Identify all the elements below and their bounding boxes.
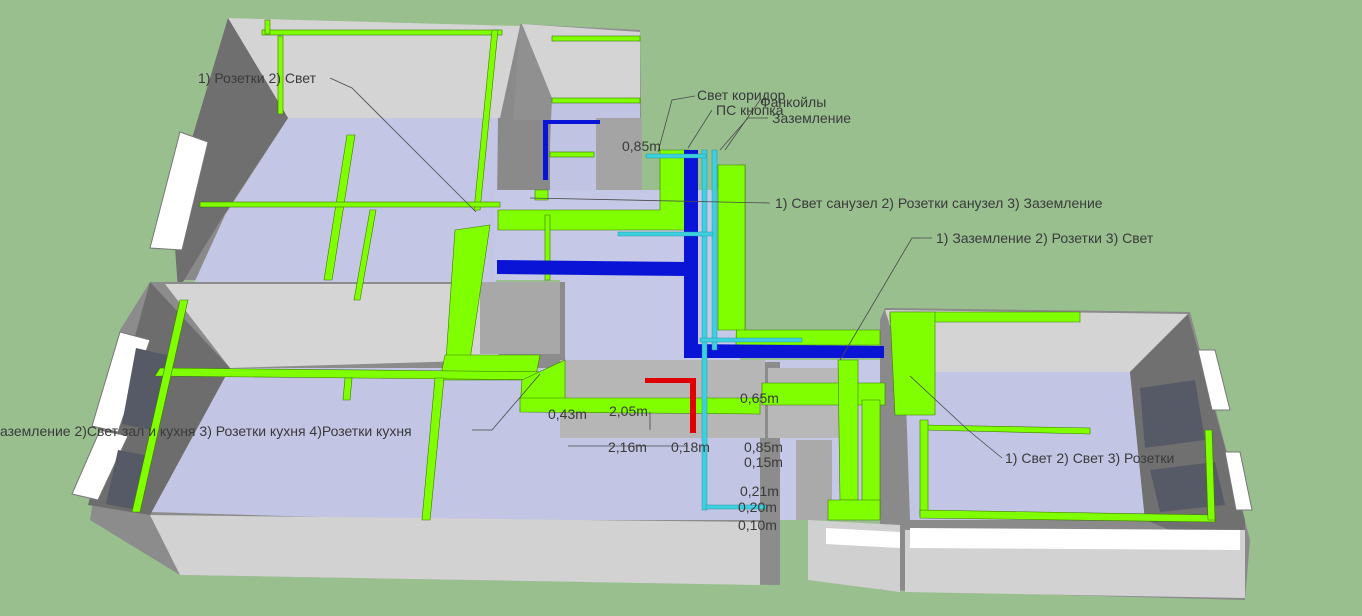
partition-6 (796, 440, 832, 520)
partition-2 (596, 118, 642, 190)
pipe-cyan-5 (645, 153, 707, 159)
dim-018: 0,18m (671, 439, 710, 455)
cable-main-9 (735, 164, 881, 346)
cable-top-1 (261, 29, 503, 36)
front-wall-right-white (910, 528, 1240, 550)
label-right-group: 1) Заземление 2) Розетки 3) Свет (936, 230, 1154, 246)
dim-205: 2,05m (609, 403, 648, 419)
label-zazemlenie: Заземление (772, 110, 851, 126)
room-floor-right (905, 372, 1145, 520)
leader-svet-koridor (657, 95, 696, 153)
dim-065: 0,65m (740, 390, 779, 406)
dim-021: 0,21m (740, 483, 779, 499)
partition-3 (480, 282, 560, 354)
front-wall-bottom (150, 515, 760, 585)
label-rooms-top-left: 1) Розетки 2) Свет (198, 70, 317, 86)
pipe-blue-5 (543, 120, 548, 180)
cable-top-2 (264, 19, 271, 35)
leader-ps (687, 109, 713, 149)
cable-top-6 (199, 201, 501, 208)
dim-216: 2,16m (608, 439, 647, 455)
leader-zazemlenie (719, 117, 768, 151)
label-bottom-right: 1) Свет 2) Свет 3) Розетки (1005, 450, 1174, 466)
window-dark-right-1 (1140, 380, 1205, 448)
cable-main-12 (837, 359, 859, 501)
pipe-red-2 (690, 378, 696, 433)
cable-main-10 (717, 164, 746, 331)
dim-010: 0,10m (738, 517, 777, 533)
label-fankoyly: Фанкойлы (760, 94, 826, 110)
label-dim-085-top: 0,85m (622, 138, 661, 154)
cable-top-8 (551, 35, 641, 42)
dim-015: 0,15m (744, 454, 783, 470)
dim-043: 0,43m (548, 406, 587, 422)
partition-1 (500, 120, 550, 190)
pipe-blue-4 (543, 120, 600, 124)
label-kitchen: аземление 2)Свет зал и кухня 3) Розетки … (0, 423, 412, 439)
cable-right-4 (919, 419, 929, 516)
wiring-diagram: 1) Розетки 2) Свет Свет коридор ПС кнопк… (0, 18, 1253, 600)
floor-plan-3d-view: 1) Розетки 2) Свет Свет коридор ПС кнопк… (0, 0, 1362, 616)
cable-right-2 (889, 311, 936, 416)
pipe-cyan-1 (701, 149, 708, 511)
pipe-blue-1 (497, 260, 688, 276)
pipe-blue-2 (684, 150, 698, 358)
cable-top-11 (549, 151, 595, 158)
cable-main-14 (827, 499, 881, 521)
pipe-cyan-2 (711, 149, 718, 351)
pipe-red-1 (645, 378, 695, 383)
dim-020: 0,20m (738, 499, 777, 515)
cable-main-13 (861, 399, 881, 516)
pipe-cyan-4 (699, 337, 803, 343)
cable-top-9 (551, 97, 641, 104)
pipe-cyan-3 (617, 231, 714, 237)
dim-085: 0,85m (744, 439, 783, 455)
label-sanuzel: 1) Свет санузел 2) Розетки санузел 3) За… (775, 195, 1103, 211)
